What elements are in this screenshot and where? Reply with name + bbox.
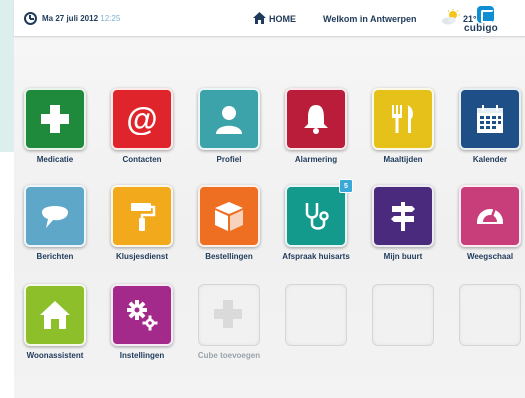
app-tile-label: Mijn buurt (383, 252, 423, 261)
top-bar: Ma 27 juli 2012 12:25 HOME Welkom in Ant… (14, 0, 525, 37)
app-tile-contacten[interactable]: @ (111, 88, 173, 150)
app-tile-label: Klusjesdienst (115, 252, 168, 261)
svg-text:@: @ (126, 103, 157, 135)
app-tile-cube-toevoegen[interactable] (198, 284, 260, 346)
home-link[interactable]: HOME (269, 14, 296, 24)
app-tile-label: Profiel (216, 155, 242, 164)
tablet-screen: Ma 27 juli 2012 12:25 HOME Welkom in Ant… (14, 0, 525, 398)
empty-tile-slot (285, 284, 347, 346)
app-tile-weegschaal[interactable] (459, 185, 521, 247)
app-tile-instellingen[interactable] (111, 284, 173, 346)
app-tile-label: Woonassistent (26, 351, 84, 360)
app-tile-afspraak-huisarts[interactable] (285, 185, 347, 247)
empty-tile-slot (459, 284, 521, 346)
side-panel (0, 0, 14, 152)
app-tile-maaltijden[interactable] (372, 88, 434, 150)
person-icon (216, 106, 242, 134)
gears-icon (127, 300, 158, 331)
bell-icon (304, 105, 328, 134)
notification-badge: 5 (339, 179, 353, 193)
time-text: 12:25 (100, 14, 121, 23)
app-tile-profiel[interactable] (198, 88, 260, 150)
app-tile-label: Contacten (122, 155, 162, 164)
at-sign-icon: @ (126, 103, 157, 135)
plus-icon (214, 300, 242, 328)
paint-roller-icon (131, 203, 156, 231)
fork-knife-icon (392, 105, 413, 133)
date-text: Ma 27 juli 2012 (42, 14, 99, 23)
cubigo-logo-text: cubigo (464, 23, 498, 34)
app-tile-label: Weegschaal (466, 252, 514, 261)
app-tile-label: Maaltijden (383, 155, 423, 164)
app-tile-label: Bestellingen (205, 252, 253, 261)
app-tile-berichten[interactable] (24, 185, 86, 247)
gauge-icon (477, 207, 503, 224)
stethoscope-icon (305, 203, 329, 230)
package-icon (215, 202, 243, 231)
app-tile-medicatie[interactable] (24, 88, 86, 150)
app-tile-label: Medicatie (36, 155, 74, 164)
calendar-icon (477, 105, 503, 133)
app-tile-label: Afspraak huisarts (282, 252, 350, 261)
app-tile-klusjesdienst[interactable] (111, 185, 173, 247)
welcome-text: Welkom in Antwerpen (323, 14, 417, 24)
app-tile-kalender[interactable] (459, 88, 521, 150)
plus-icon (41, 105, 69, 133)
app-tile-bestellingen[interactable] (198, 185, 260, 247)
app-tile-alarmering[interactable] (285, 88, 347, 150)
house-icon (40, 301, 70, 329)
app-tile-label: Instellingen (119, 351, 165, 360)
cubigo-logo-icon (477, 6, 494, 23)
sun-cloud-icon (442, 9, 460, 25)
clock-icon (24, 12, 37, 25)
app-tile-mijn-buurt[interactable] (372, 185, 434, 247)
empty-tile-slot (372, 284, 434, 346)
app-tile-label: Kalender (472, 155, 508, 164)
home-icon[interactable] (253, 12, 266, 24)
signpost-icon (391, 202, 415, 231)
app-tile-label: Cube toevoegen (197, 351, 261, 360)
app-tile-label: Alarmering (294, 155, 338, 164)
app-tile-label: Berichten (36, 252, 74, 261)
app-tile-woonassistent[interactable] (24, 284, 86, 346)
date-time: Ma 27 juli 2012 12:25 (42, 14, 120, 23)
speech-bubble-icon (42, 206, 68, 228)
